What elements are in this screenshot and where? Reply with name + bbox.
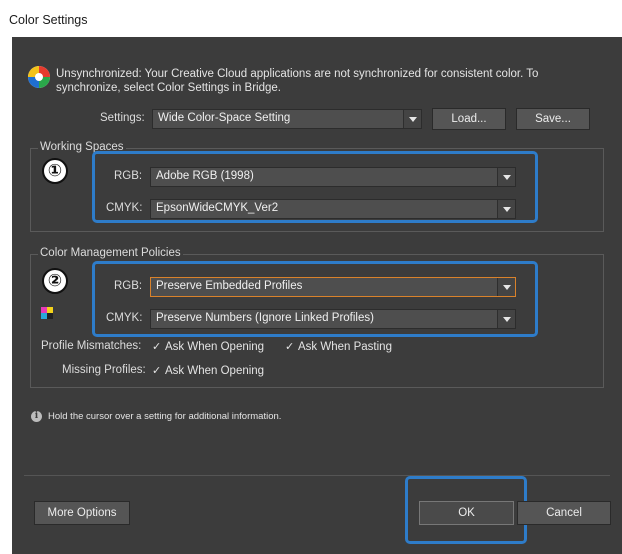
chevron-down-icon <box>497 278 515 296</box>
policy-rgb-label: RGB: <box>114 280 143 292</box>
checkmark-icon: ✓ <box>285 341 295 353</box>
cancel-button[interactable]: Cancel <box>517 501 611 525</box>
info-text: Hold the cursor over a setting for addit… <box>48 411 282 422</box>
missing-ask-when-opening-checkbox[interactable]: ✓ Ask When Opening <box>152 364 264 377</box>
ws-rgb-select[interactable]: Adobe RGB (1998) <box>150 167 516 187</box>
callout-marker-1: ① <box>42 158 68 184</box>
info-icon: i <box>31 411 42 422</box>
ask-when-opening-checkbox[interactable]: ✓ Ask When Opening <box>152 340 264 353</box>
checkmark-icon: ✓ <box>152 365 162 377</box>
ws-rgb-value: Adobe RGB (1998) <box>156 170 254 182</box>
chevron-down-icon <box>403 110 421 128</box>
policy-cmyk-select[interactable]: Preserve Numbers (Ignore Linked Profiles… <box>150 309 516 329</box>
settings-label: Settings: <box>100 112 145 124</box>
ws-cmyk-value: EpsonWideCMYK_Ver2 <box>156 202 279 214</box>
checkmark-icon: ✓ <box>152 341 162 353</box>
policy-rgb-select[interactable]: Preserve Embedded Profiles <box>150 277 516 297</box>
title-bar: Color Settings <box>0 0 622 37</box>
color-wheel-icon <box>27 65 51 89</box>
policy-cmyk-value: Preserve Numbers (Ignore Linked Profiles… <box>156 312 374 324</box>
ask-when-opening-label: Ask When Opening <box>165 341 265 353</box>
more-options-button[interactable]: More Options <box>34 501 130 525</box>
chevron-down-icon <box>497 310 515 328</box>
sync-message-line2: synchronize, select Color Settings in Br… <box>56 82 281 94</box>
save-button[interactable]: Save... <box>516 108 590 130</box>
callout-marker-2: ② <box>42 268 68 294</box>
ws-cmyk-label: CMYK: <box>106 202 143 214</box>
policy-rgb-value: Preserve Embedded Profiles <box>156 280 303 292</box>
load-button[interactable]: Load... <box>432 108 506 130</box>
ask-when-pasting-checkbox[interactable]: ✓ Ask When Pasting <box>285 340 392 353</box>
missing-profiles-label: Missing Profiles: <box>62 364 146 376</box>
settings-select[interactable]: Wide Color-Space Setting <box>152 109 422 129</box>
policies-title: Color Management Policies <box>38 247 183 259</box>
ask-when-pasting-label: Ask When Pasting <box>298 341 392 353</box>
ws-rgb-label: RGB: <box>114 170 143 182</box>
profile-mismatches-label: Profile Mismatches: <box>41 340 142 352</box>
sync-message-line1: Unsynchronized: Your Creative Cloud appl… <box>56 68 539 80</box>
window-title: Color Settings <box>9 13 88 27</box>
policy-warning-icon <box>41 307 55 319</box>
ws-cmyk-select[interactable]: EpsonWideCMYK_Ver2 <box>150 199 516 219</box>
color-settings-dialog: Unsynchronized: Your Creative Cloud appl… <box>12 37 622 554</box>
settings-select-value: Wide Color-Space Setting <box>158 112 291 124</box>
ok-button[interactable]: OK <box>419 501 514 525</box>
policy-cmyk-label: CMYK: <box>106 312 143 324</box>
chevron-down-icon <box>497 200 515 218</box>
missing-ask-when-opening-label: Ask When Opening <box>165 365 265 377</box>
chevron-down-icon <box>497 168 515 186</box>
